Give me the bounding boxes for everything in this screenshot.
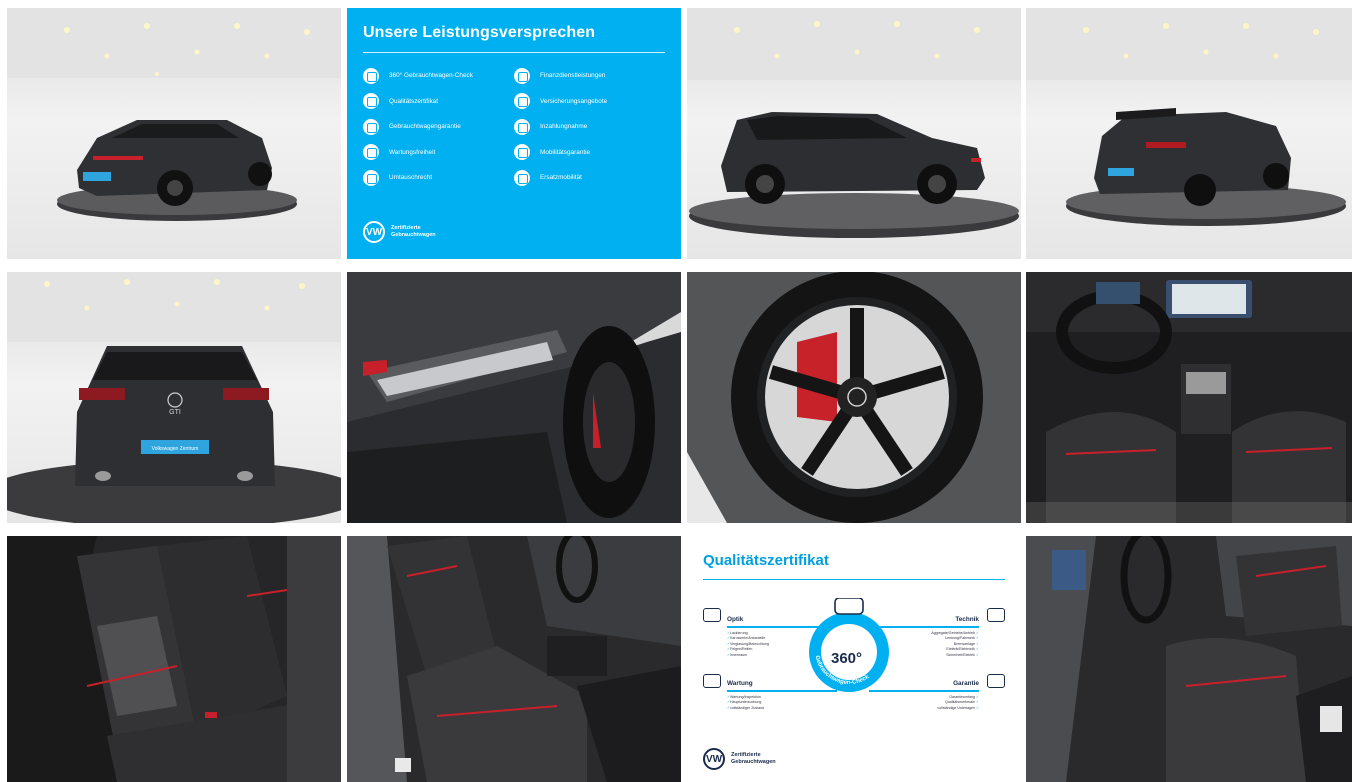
showroom-scene <box>1026 8 1352 259</box>
exchange-icon <box>363 169 379 186</box>
photo-interior-front[interactable] <box>1026 272 1352 523</box>
photo-rear-seats[interactable] <box>7 536 341 782</box>
check-360-badge: Gebrauchtwagen-Check <box>809 598 889 692</box>
promise-item: Gebrauchtwagengarantie <box>363 114 514 140</box>
photo-front-three-quarter[interactable] <box>7 8 341 259</box>
vw-certified-logo: VW Zertifizierte Gebrauchtwagen <box>363 221 436 243</box>
svg-text:GTI: GTI <box>169 409 181 416</box>
promise-left-column: 360° Gebrauchtwagen-Check Qualitätszerti… <box>363 63 514 191</box>
promise-item: Inzahlungnahme <box>514 114 665 140</box>
car-check-icon <box>987 608 1005 622</box>
promise-item: Versicherungsangebote <box>514 89 665 115</box>
promise-panel[interactable]: Unsere Leistungsversprechen 360° Gebrauc… <box>347 8 681 259</box>
promise-columns: 360° Gebrauchtwagen-Check Qualitätszerti… <box>363 63 665 191</box>
car-icon <box>514 144 530 161</box>
mobility-icon <box>514 169 530 186</box>
svg-text:Volkswagen Zentrum: Volkswagen Zentrum <box>152 446 199 452</box>
rear-seat-scene <box>7 536 341 782</box>
finance-icon <box>514 67 530 84</box>
check-badge-icon <box>363 67 379 84</box>
headlight-scene <box>347 272 681 523</box>
service-icon <box>703 674 721 688</box>
photo-rear-view[interactable]: Volkswagen Zentrum GTI <box>7 272 341 523</box>
promise-item: Umtauschrecht <box>363 165 514 191</box>
showroom-scene: Volkswagen Zentrum GTI <box>7 272 341 523</box>
photo-front-seats[interactable] <box>347 536 681 782</box>
vw-logo-icon: VW <box>703 748 725 770</box>
interior-scene <box>1026 272 1352 523</box>
certificate-icon <box>363 93 379 110</box>
showroom-scene <box>687 8 1021 259</box>
photo-wheel-closeup[interactable] <box>687 272 1021 523</box>
quality-certificate-panel[interactable]: Qualitätszertifikat Optik Lackierung Kar… <box>687 536 1021 782</box>
wheel-scene <box>687 272 1021 523</box>
vw-certified-logo: VW Zertifizierte Gebrauchtwagen <box>703 748 776 770</box>
promise-item: Qualitätszertifikat <box>363 89 514 115</box>
certificate-divider <box>703 579 1005 580</box>
key-icon <box>514 118 530 135</box>
promise-item: 360° Gebrauchtwagen-Check <box>363 63 514 89</box>
promise-item: Wartungsfreiheit <box>363 140 514 166</box>
car-icon <box>834 598 864 615</box>
badge-number: 360° <box>831 650 863 667</box>
photo-rear-three-quarter[interactable] <box>1026 8 1352 259</box>
insurance-icon <box>514 93 530 110</box>
promise-item: Finanzdienstleistungen <box>514 63 665 89</box>
certificate-title: Qualitätszertifikat <box>703 552 829 569</box>
wrench-icon <box>363 144 379 161</box>
shield-icon <box>363 118 379 135</box>
photo-side-view[interactable] <box>687 8 1021 259</box>
promise-right-column: Finanzdienstleistungen Versicherungsange… <box>514 63 665 191</box>
photo-headlight-closeup[interactable] <box>347 272 681 523</box>
front-seat-scene <box>347 536 681 782</box>
car-front-icon <box>703 608 721 622</box>
promise-divider <box>363 52 665 53</box>
driver-seat-scene <box>1026 536 1352 782</box>
photo-gallery: Unsere Leistungsversprechen 360° Gebrauc… <box>0 0 1352 782</box>
vw-logo-icon: VW <box>363 221 385 243</box>
showroom-scene <box>7 8 341 259</box>
shield-check-icon <box>987 674 1005 688</box>
promise-item: Ersatzmobilität <box>514 165 665 191</box>
promise-title: Unsere Leistungsversprechen <box>363 24 596 41</box>
photo-driver-seat[interactable] <box>1026 536 1352 782</box>
promise-item: Mobilitätsgarantie <box>514 140 665 166</box>
